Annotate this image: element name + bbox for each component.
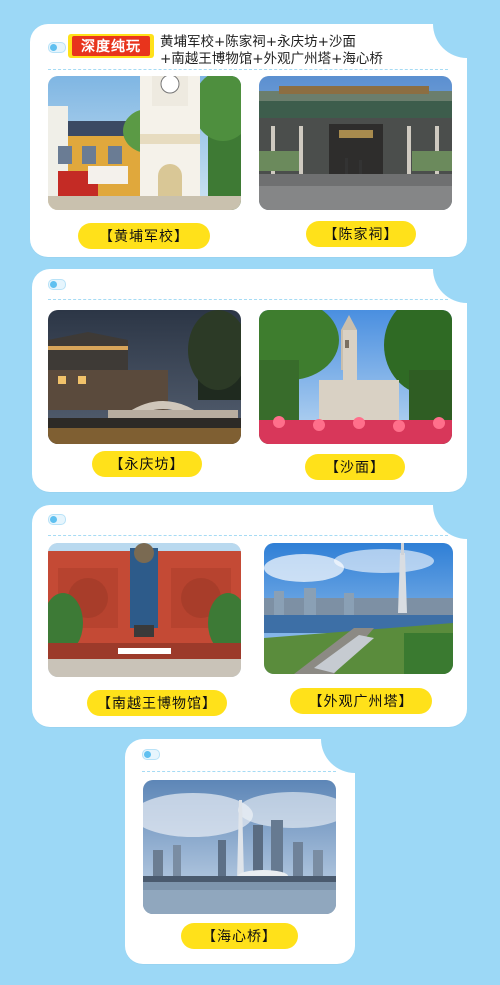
toggle-icon: [48, 514, 66, 525]
nanyue-king-museum-photo: [48, 543, 241, 677]
card-corner-notch: [433, 269, 467, 303]
yongqingfang-photo: [48, 310, 241, 444]
toggle-icon: [48, 42, 66, 53]
haixin-bridge-photo: [143, 780, 336, 914]
label-chen-clan-ancestral-hall: 【陈家祠】: [306, 221, 416, 247]
card-divider: [48, 69, 448, 70]
huangpu-military-academy-photo: [48, 76, 241, 210]
route-line-2: +南越王博物馆+外观广州塔+海心桥: [160, 51, 383, 67]
card-divider: [48, 299, 448, 300]
card-divider: [48, 535, 448, 536]
label-huangpu-military-academy: 【黄埔军校】: [78, 223, 210, 249]
deep-tour-tag-label: 深度纯玩: [72, 36, 150, 56]
toggle-icon: [48, 279, 66, 290]
canton-tower-photo: [264, 543, 453, 674]
label-yongqingfang: 【永庆坊】: [92, 451, 202, 477]
card-corner-notch: [321, 739, 355, 773]
deep-tour-tag: 深度纯玩: [68, 34, 154, 58]
chen-clan-ancestral-hall-photo: [259, 76, 452, 210]
card-corner-notch: [433, 24, 467, 58]
card-divider: [142, 771, 336, 772]
card-corner-notch: [433, 505, 467, 539]
toggle-icon: [142, 749, 160, 760]
label-shamian: 【沙面】: [305, 454, 405, 480]
label-nanyue-king-museum: 【南越王博物馆】: [87, 690, 227, 716]
label-canton-tower: 【外观广州塔】: [290, 688, 432, 714]
shamian-photo: [259, 310, 452, 444]
label-haixin-bridge: 【海心桥】: [181, 923, 298, 949]
route-line-1: 黄埔军校+陈家祠+永庆坊+沙面: [160, 34, 356, 50]
